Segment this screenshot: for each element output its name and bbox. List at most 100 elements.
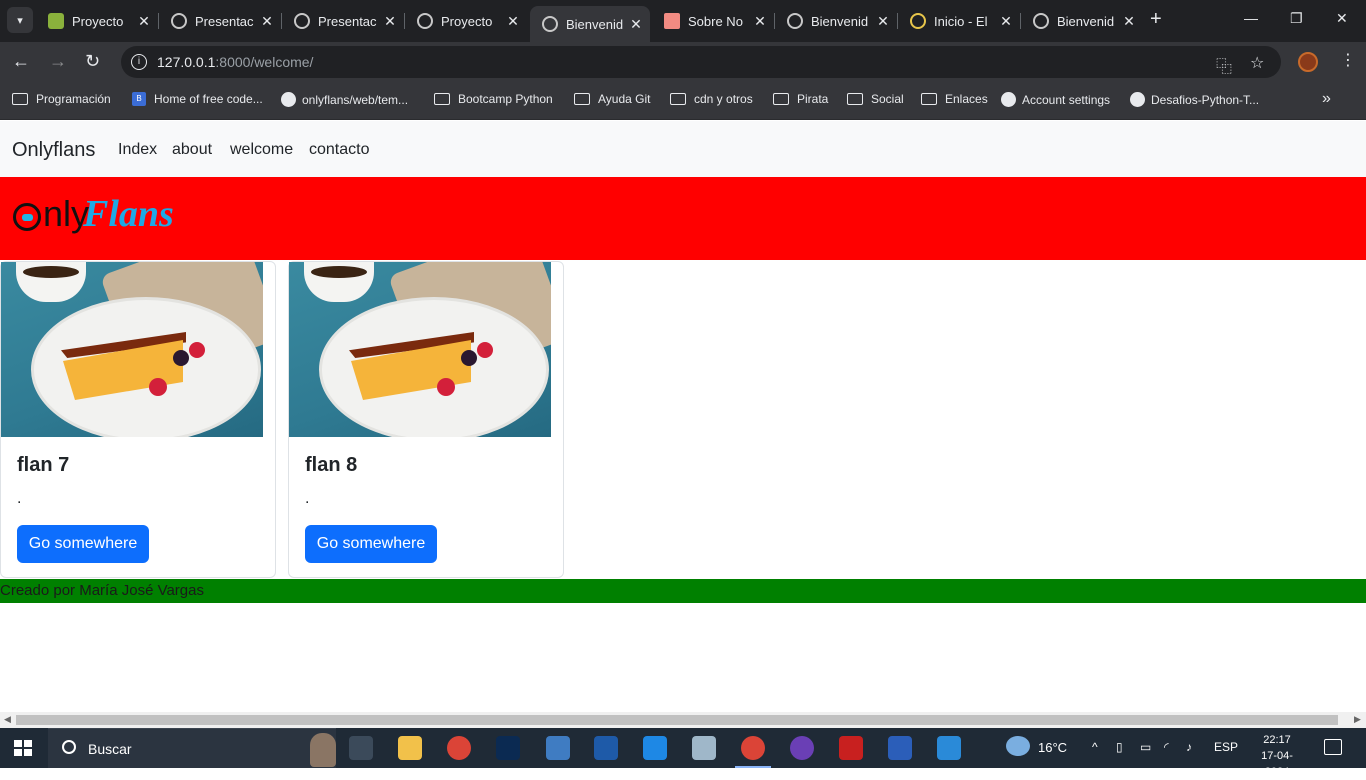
python-icon[interactable] [546,736,570,760]
browser-tab[interactable]: Sobre No ✕ [652,6,775,36]
site-info-icon[interactable]: i [131,54,147,70]
hero-banner: nly Flans [0,177,1366,260]
go-somewhere-button[interactable]: Go somewhere [17,525,149,563]
browser-tab[interactable]: Inicio - El ✕ [898,6,1021,36]
language-indicator[interactable]: ESP [1214,740,1238,754]
powershell-icon[interactable] [594,736,618,760]
word-icon[interactable] [888,736,912,760]
browser-tab[interactable]: Bienvenid ✕ [775,6,898,36]
task-view-icon[interactable] [349,736,373,760]
search-placeholder: Buscar [88,741,132,757]
tab-search-button[interactable]: ▾ [7,7,33,33]
menu-kebab-icon[interactable]: ⋮ [1340,50,1356,70]
pdf-icon[interactable] [839,736,863,760]
chevron-right-icon[interactable]: » [1322,90,1331,108]
bookmark-item[interactable]: Desafios-Python-T... [1130,92,1259,107]
close-window-icon[interactable]: ✕ [1336,10,1348,27]
bookmark-item[interactable]: Enlaces [921,92,988,106]
wifi-icon[interactable]: ◜ [1164,740,1169,754]
close-icon[interactable]: ✕ [626,16,646,33]
close-icon[interactable]: ✕ [1119,13,1139,30]
bookmark-item[interactable]: B Home of free code... [132,92,263,106]
close-icon[interactable]: ✕ [750,13,770,30]
search-highlight-art [310,733,336,767]
bookmark-item[interactable]: Social [847,92,904,106]
photoshop-icon[interactable] [496,736,520,760]
browser-tab[interactable]: Presentac ✕ [159,6,282,36]
go-somewhere-button[interactable]: Go somewhere [305,525,437,563]
vscode-icon[interactable] [643,736,667,760]
scroll-left-icon[interactable]: ◀ [4,714,11,725]
github-icon [281,92,296,107]
bookmark-item[interactable]: Ayuda Git [574,92,650,106]
bookmark-item[interactable]: Bootcamp Python [434,92,553,106]
close-icon[interactable]: ✕ [134,13,154,30]
bookmark-item[interactable]: Programación [12,92,111,106]
card-title: flan 7 [17,454,70,476]
browser-tab-strip: ▾ Proyecto ✕ Presentac ✕ Presentac ✕ Pro… [0,0,1366,42]
card-title: flan 8 [305,454,358,476]
close-icon[interactable]: ✕ [873,13,893,30]
weather-temp[interactable]: 16°C [1038,740,1067,755]
media-player-icon[interactable] [790,736,814,760]
weather-icon[interactable] [1006,736,1030,756]
card-text: . [305,490,310,507]
profile-avatar[interactable] [1298,52,1318,72]
close-icon[interactable]: ✕ [257,13,277,30]
browser-tab-active[interactable]: Bienvenid ✕ [530,6,650,42]
card-text: . [17,490,22,507]
photos-icon[interactable] [937,736,961,760]
nav-link-welcome[interactable]: welcome [230,141,293,159]
taskbar-search[interactable]: Buscar [48,728,336,768]
chrome-profile-icon[interactable] [741,736,765,760]
restore-icon[interactable]: ❐ [1290,10,1303,27]
forward-icon[interactable]: → [49,51,67,72]
nav-link-index[interactable]: Index [118,141,157,159]
browser-tab[interactable]: Bienvenid ✕ [1021,6,1143,36]
bookmark-star-icon[interactable]: ☆ [1250,53,1264,73]
windows-taskbar: Buscar 16°C ^ ▯ ▭ ◜ ♪ ESP 22:17 17-04-20… [0,728,1366,778]
scroll-right-icon[interactable]: ▶ [1354,714,1361,725]
bookmarks-bar: Programación B Home of free code... onlyf… [0,82,1366,120]
close-icon[interactable]: ✕ [380,13,400,30]
nav-link-contacto[interactable]: contacto [309,141,369,159]
bookmark-item[interactable]: onlyflans/web/tem... [281,92,408,107]
tab-label: Proyecto [72,13,124,29]
chevron-up-icon[interactable]: ^ [1092,740,1098,754]
navbar-brand[interactable]: Onlyflans [12,139,95,162]
chrome-icon[interactable] [447,736,471,760]
notepad-icon[interactable] [692,736,716,760]
scrollbar-thumb[interactable] [16,715,1338,725]
translate-icon[interactable]: ⿻ [1216,53,1232,77]
browser-tab[interactable]: Proyecto ✕ [405,6,527,36]
notification-icon[interactable] [1324,739,1342,755]
nav-link-about[interactable]: about [172,141,212,159]
device-icon[interactable]: ▯ [1116,740,1123,754]
back-icon[interactable]: ← [12,51,30,72]
clock[interactable]: 22:17 17-04-2024 [1250,732,1304,780]
bookmark-item[interactable]: Account settings [1001,92,1110,107]
new-tab-button[interactable]: + [1150,8,1162,31]
github-icon [1001,92,1016,107]
volume-icon[interactable]: ♪ [1186,740,1192,754]
tab-label: Presentac [195,13,254,29]
onlyflans-logo: nly Flans [13,193,193,235]
tab-label: Proyecto [441,13,493,29]
battery-icon[interactable]: ▭ [1140,740,1151,754]
flan-image [289,262,551,437]
file-explorer-icon[interactable] [398,736,422,760]
browser-tab[interactable]: Proyecto ✕ [36,6,159,36]
minimize-icon[interactable]: — [1244,10,1258,26]
horizontal-scrollbar[interactable]: ◀ ▶ [0,712,1366,728]
browser-tab[interactable]: Presentac ✕ [282,6,405,36]
tab-label: Bienvenid [566,16,624,32]
bookmark-item[interactable]: Pirata [773,92,828,106]
reload-icon[interactable]: ↻ [85,51,100,72]
close-icon[interactable]: ✕ [996,13,1016,30]
windows-start-icon[interactable] [14,740,32,756]
globe-icon [294,13,310,29]
bookmark-item[interactable]: cdn y otros [670,92,753,106]
url-text[interactable]: 127.0.0.1:8000/welcome/ [157,54,313,70]
address-bar[interactable]: i 127.0.0.1:8000/welcome/ ⿻ ☆ [121,46,1281,78]
close-icon[interactable]: ✕ [503,13,523,30]
